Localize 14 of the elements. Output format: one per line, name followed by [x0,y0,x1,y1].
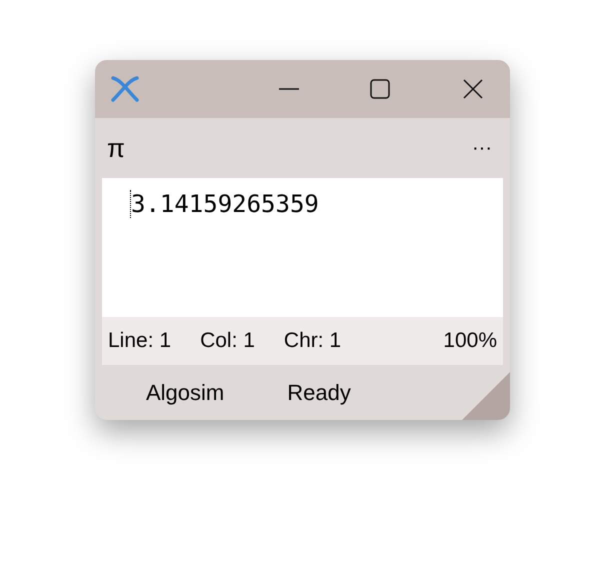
editor-area[interactable]: 3.14159265359 [102,178,503,317]
line-indicator: Line: 1 [108,328,172,354]
status-text: Ready [287,379,351,407]
document-title: π [107,132,125,164]
more-button[interactable]: ··· [466,133,498,163]
editor-text: 3.14159265359 [130,190,319,218]
app-name: Algosim [146,379,224,407]
maximize-icon [370,79,390,99]
column-indicator: Col: 1 [200,328,255,354]
character-indicator: Chr: 1 [284,328,342,354]
close-icon [463,79,483,99]
resize-grip-icon[interactable] [462,372,510,420]
minimize-icon [279,88,299,90]
zoom-level: 100% [443,328,497,354]
